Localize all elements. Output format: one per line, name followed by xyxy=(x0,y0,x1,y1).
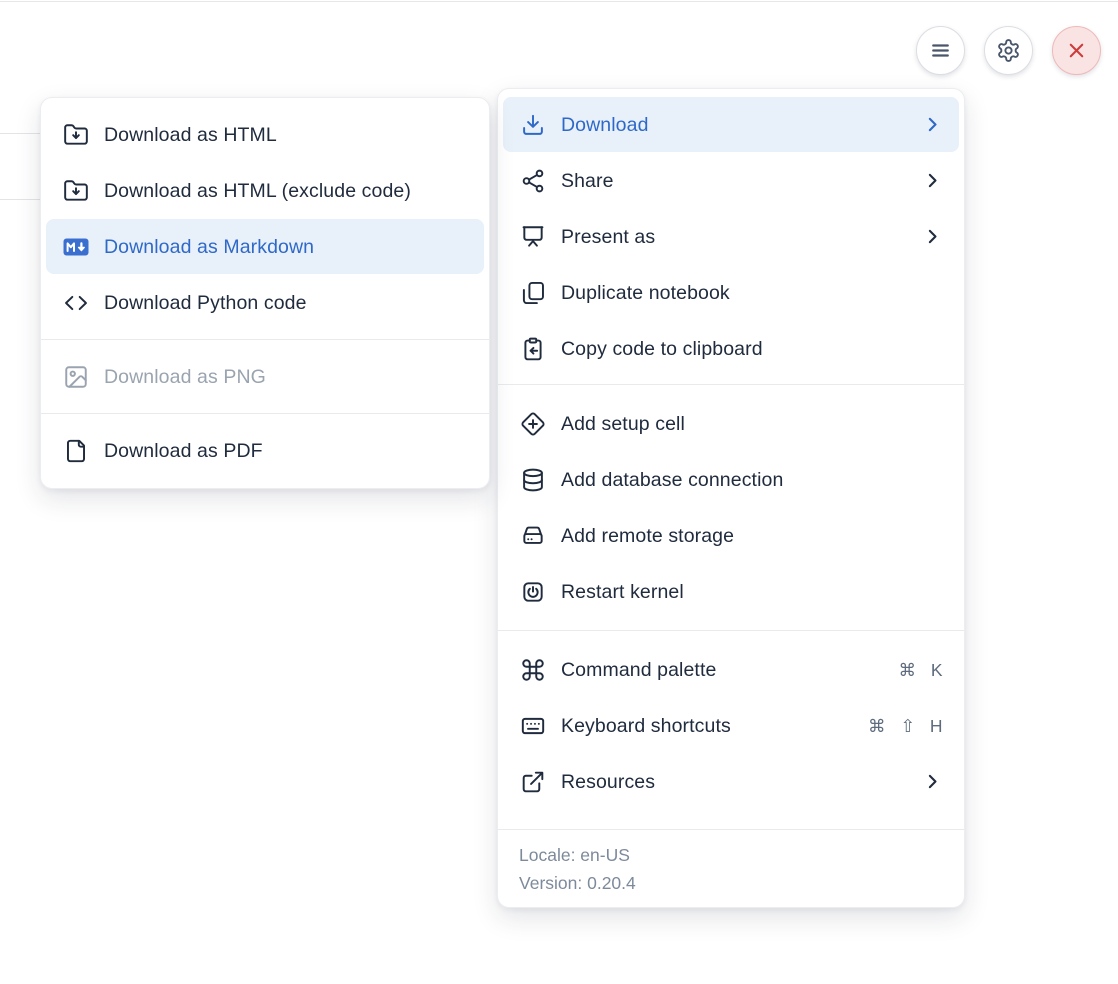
menu-item-label: Duplicate notebook xyxy=(561,281,928,305)
external-link-icon xyxy=(520,769,546,795)
duplicate-icon xyxy=(520,280,546,306)
menu-item-label: Resources xyxy=(561,770,907,794)
menu-item-label: Command palette xyxy=(561,658,883,682)
menu-item-resources[interactable]: Resources xyxy=(503,754,959,809)
menu-item-download-as-pdf[interactable]: Download as PDF xyxy=(46,423,484,478)
menu-item-present-as[interactable]: Present as xyxy=(503,209,959,264)
menu-item-keyboard-shortcuts[interactable]: Keyboard shortcuts ⌘ ⇧ H xyxy=(503,698,959,753)
menu-section: Command palette ⌘ K Keyboard shortcuts ⌘… xyxy=(498,631,964,820)
menu-button[interactable] xyxy=(916,26,965,75)
menu-item-label: Present as xyxy=(561,225,907,249)
hamburger-icon xyxy=(928,38,953,63)
folder-download-icon xyxy=(63,178,89,204)
menu-item-label: Download xyxy=(561,113,907,137)
menu-section: Download Share Present as Duplicate note… xyxy=(498,89,964,384)
menu-item-download-as-png: Download as PNG xyxy=(46,349,484,404)
close-button[interactable] xyxy=(1052,26,1101,75)
markdown-download-icon xyxy=(63,234,89,260)
menu-item-download[interactable]: Download xyxy=(503,97,959,152)
menu-item-copy-code-to-clipboard[interactable]: Copy code to clipboard xyxy=(503,321,959,376)
command-icon xyxy=(520,657,546,683)
top-divider xyxy=(0,1,1118,2)
shortcut-hint: ⌘ ⇧ H xyxy=(868,715,943,737)
database-icon xyxy=(520,467,546,493)
storage-icon xyxy=(520,523,546,549)
menu-item-label: Copy code to clipboard xyxy=(561,337,928,361)
version-text: Version: 0.20.4 xyxy=(519,869,943,897)
menu-item-label: Download as Markdown xyxy=(104,235,453,259)
menu-item-label: Add remote storage xyxy=(561,524,928,548)
menu-item-label: Download as PNG xyxy=(104,365,453,389)
power-icon xyxy=(520,579,546,605)
menu-item-label: Keyboard shortcuts xyxy=(561,714,853,738)
clipboard-arrow-icon xyxy=(520,336,546,362)
menu-section: Download as PNG xyxy=(41,340,489,413)
diamond-plus-icon xyxy=(520,411,546,437)
menu-item-download-python-code[interactable]: Download Python code xyxy=(46,275,484,330)
menu-item-download-as-markdown[interactable]: Download as Markdown xyxy=(46,219,484,274)
menu-item-label: Download as PDF xyxy=(104,439,453,463)
shortcut-hint: ⌘ K xyxy=(898,659,943,681)
window-toolbar xyxy=(916,26,1101,75)
locale-text: Locale: en-US xyxy=(519,841,943,869)
menu-item-restart-kernel[interactable]: Restart kernel xyxy=(503,564,959,619)
menu-item-label: Download as HTML xyxy=(104,123,453,147)
chevron-right-icon xyxy=(922,226,943,247)
menu-item-label: Download Python code xyxy=(104,291,453,315)
folder-download-icon xyxy=(63,122,89,148)
chevron-right-icon xyxy=(922,114,943,135)
menu-item-label: Add database connection xyxy=(561,468,928,492)
settings-button[interactable] xyxy=(984,26,1033,75)
menu-section: Download as HTML Download as HTML (exclu… xyxy=(41,98,489,339)
keyboard-icon xyxy=(520,713,546,739)
close-icon xyxy=(1064,38,1089,63)
share-icon xyxy=(520,168,546,194)
menu-item-command-palette[interactable]: Command palette ⌘ K xyxy=(503,642,959,697)
menu-item-add-remote-storage[interactable]: Add remote storage xyxy=(503,508,959,563)
menu-item-download-as-html[interactable]: Download as HTML xyxy=(46,107,484,162)
image-icon xyxy=(63,364,89,390)
download-submenu: Download as HTML Download as HTML (exclu… xyxy=(40,97,490,489)
chevron-right-icon xyxy=(922,170,943,191)
menu-sections: Download Share Present as Duplicate note… xyxy=(498,89,964,829)
menu-item-label: Share xyxy=(561,169,907,193)
download-icon xyxy=(520,112,546,138)
menu-item-download-as-html-exclude-code[interactable]: Download as HTML (exclude code) xyxy=(46,163,484,218)
menu-item-add-setup-cell[interactable]: Add setup cell xyxy=(503,396,959,451)
file-icon xyxy=(63,438,89,464)
menu-item-share[interactable]: Share xyxy=(503,153,959,208)
menu-footer: Locale: en-US Version: 0.20.4 xyxy=(498,830,964,907)
notebook-actions-menu: Download Share Present as Duplicate note… xyxy=(497,88,965,908)
menu-item-label: Download as HTML (exclude code) xyxy=(104,179,453,203)
menu-item-label: Restart kernel xyxy=(561,580,928,604)
chevron-right-icon xyxy=(922,771,943,792)
menu-item-add-database-connection[interactable]: Add database connection xyxy=(503,452,959,507)
background-row-divider xyxy=(0,199,40,200)
menu-item-label: Add setup cell xyxy=(561,412,928,436)
menu-item-duplicate-notebook[interactable]: Duplicate notebook xyxy=(503,265,959,320)
presentation-icon xyxy=(520,224,546,250)
background-row-divider xyxy=(0,133,40,134)
code-icon xyxy=(63,290,89,316)
menu-section: Add setup cell Add database connection A… xyxy=(498,385,964,630)
menu-section: Download as PDF xyxy=(41,414,489,487)
gear-icon xyxy=(996,38,1021,63)
